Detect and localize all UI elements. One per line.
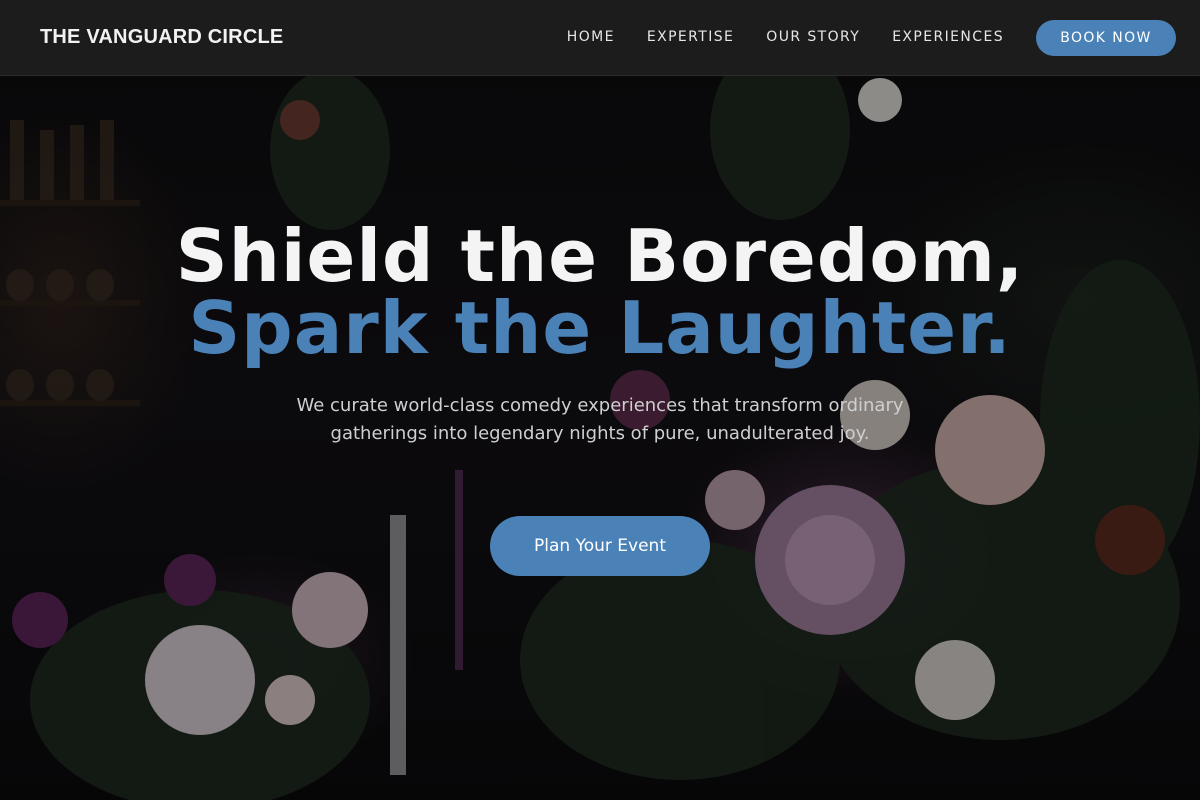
top-navigation-bar: THE VANGUARD CIRCLE HOME EXPERTISE OUR S… xyxy=(0,0,1200,76)
book-now-button[interactable]: BOOK NOW xyxy=(1036,20,1176,56)
nav-link-experiences[interactable]: EXPERIENCES xyxy=(892,29,1004,45)
headline-line-2: Spark the Laughter. xyxy=(188,286,1012,370)
hero-subtext: We curate world-class comedy experiences… xyxy=(296,395,904,444)
nav-link-expertise[interactable]: EXPERTISE xyxy=(647,29,734,45)
nav-link-our-story[interactable]: OUR STORY xyxy=(766,29,860,45)
headline-line-1: Shield the Boredom, xyxy=(175,214,1025,298)
brand-logo[interactable]: THE VANGUARD CIRCLE xyxy=(40,26,283,49)
hero-headline: Shield the Boredom, Spark the Laughter. xyxy=(0,220,1200,364)
plan-your-event-button[interactable]: Plan Your Event xyxy=(490,516,710,576)
main-nav: HOME EXPERTISE OUR STORY EXPERIENCES xyxy=(567,29,1004,45)
nav-link-home[interactable]: HOME xyxy=(567,29,615,45)
landing-page: THE VANGUARD CIRCLE HOME EXPERTISE OUR S… xyxy=(0,0,1200,800)
hero-section: Shield the Boredom, Spark the Laughter. … xyxy=(0,76,1200,800)
